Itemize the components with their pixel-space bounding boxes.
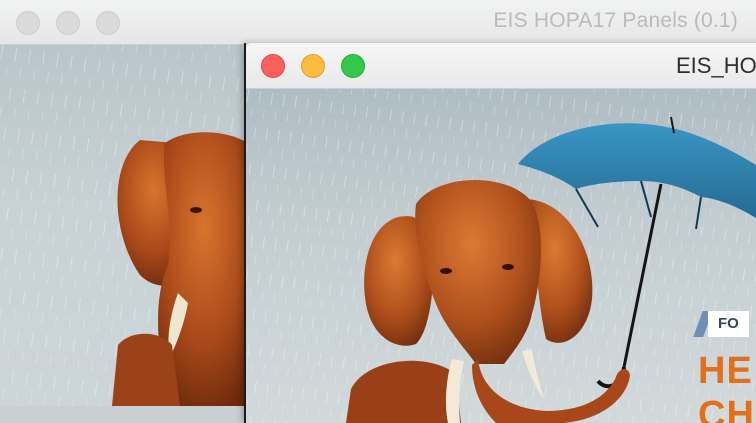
elephant-umbrella-image [246, 89, 756, 423]
back-window-titlebar[interactable]: EIS HOPA17 Panels (0.1) [0, 0, 756, 45]
back-window-title: EIS HOPA17 Panels (0.1) [493, 9, 738, 32]
ad-tag: FO [708, 311, 749, 337]
ad-headline-line-1: HE [698, 350, 753, 392]
back-close-button[interactable] [16, 11, 40, 35]
back-zoom-button[interactable] [96, 11, 120, 35]
back-minimize-button[interactable] [56, 11, 80, 35]
close-button[interactable] [261, 54, 285, 78]
ad-headline-line-2: CH [698, 394, 755, 423]
front-window-titlebar[interactable]: EIS_HO [246, 43, 756, 89]
minimize-button[interactable] [301, 54, 325, 78]
front-window-title: EIS_HO [676, 53, 756, 78]
ad-headline: HE CH [698, 349, 755, 423]
front-window-artwork: FO HE CH [246, 89, 756, 423]
front-window: EIS_HO FO HE CH [244, 43, 756, 423]
zoom-button[interactable] [341, 54, 365, 78]
